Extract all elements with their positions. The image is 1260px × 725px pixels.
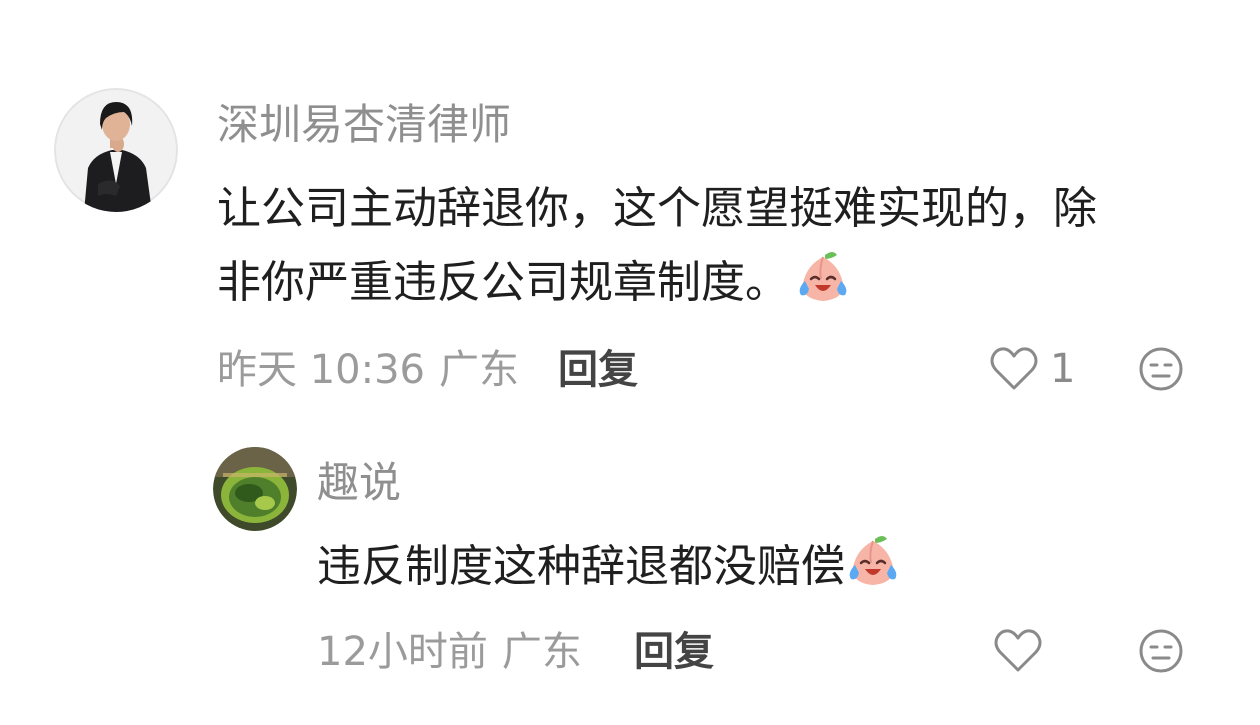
like-button[interactable] [994,628,1042,674]
comment-text-segment: 违反制度这种辞退都没赔偿 [317,541,845,592]
avatar[interactable] [54,88,178,212]
comment-text-line: 非你严重违反公司规章制度。 [217,246,1097,320]
username[interactable]: 深圳易杏清律师 [217,104,511,146]
comment-time: 12小时前 [317,629,488,675]
heart-outline-icon [994,629,1042,672]
green-tea-glass-avatar [213,447,297,531]
comment-text: 让公司主动辞退你，这个愿望挺难实现的，除 非你严重违反公司规章制度。 [217,172,1097,320]
heart-outline-icon [990,347,1038,390]
like-button[interactable]: 1 [990,346,1075,392]
like-count: 1 [1050,346,1076,392]
avatar[interactable] [213,447,297,531]
reply-button[interactable]: 回复 [634,632,714,672]
dislike-button[interactable] [1138,628,1184,674]
comment-text: 违反制度这种辞退都没赔偿 [317,530,901,604]
reply-button[interactable]: 回复 [558,350,638,390]
comment-text-segment: 非你严重违反公司规章制度。 [217,257,789,308]
comment-location: 广东 [501,629,582,675]
meh-face-icon [1139,629,1183,673]
dislike-button[interactable] [1138,346,1184,392]
comment-meta: 昨天 10:36 广东 [217,350,519,390]
comment-time: 昨天 10:36 [217,347,425,393]
lawyer-portrait-avatar [54,88,178,212]
comment-location: 广东 [439,347,519,393]
crying-laughing-peach-emoji [845,533,901,589]
crying-laughing-peach-emoji [795,249,851,305]
comment-meta: 12小时前 广东 [317,632,582,672]
meh-face-icon [1139,347,1183,391]
comment-text-line: 让公司主动辞退你，这个愿望挺难实现的，除 [217,183,1097,234]
username[interactable]: 趣说 [317,462,401,504]
